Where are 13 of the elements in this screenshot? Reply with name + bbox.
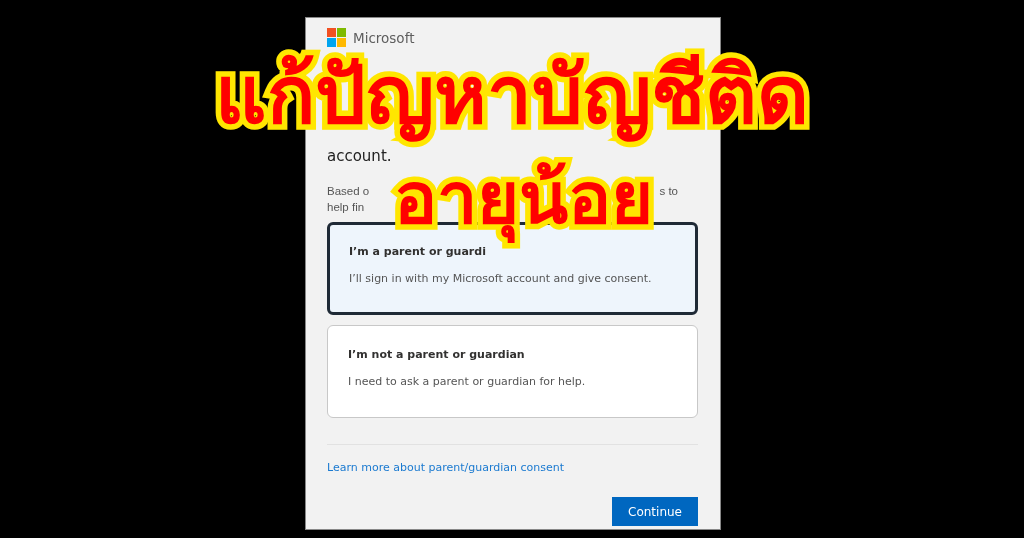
- option-title: I’m not a parent or guardian: [348, 348, 526, 361]
- option-description: I need to ask a parent or guardian for help.: [348, 375, 587, 388]
- continue-button[interactable]: Continue: [612, 497, 698, 526]
- description-text: help fin: [327, 201, 365, 215]
- dialog-heading: account.: [327, 147, 393, 167]
- description-text: s to: [659, 185, 678, 199]
- microsoft-logo-icon: [327, 28, 347, 48]
- option-description: I’ll sign in with my Microsoft account and give consent.: [349, 272, 653, 285]
- option-card[interactable]: I’m not a parent or guardian I need to ask a parent or guardian for help.: [327, 325, 698, 418]
- brand-name: Microsoft: [353, 30, 415, 46]
- option-title: I’m a parent or guardi: [349, 245, 487, 258]
- consent-link[interactable]: Learn more about parent/guardian consent: [327, 461, 565, 474]
- description-text: Based o: [327, 185, 370, 199]
